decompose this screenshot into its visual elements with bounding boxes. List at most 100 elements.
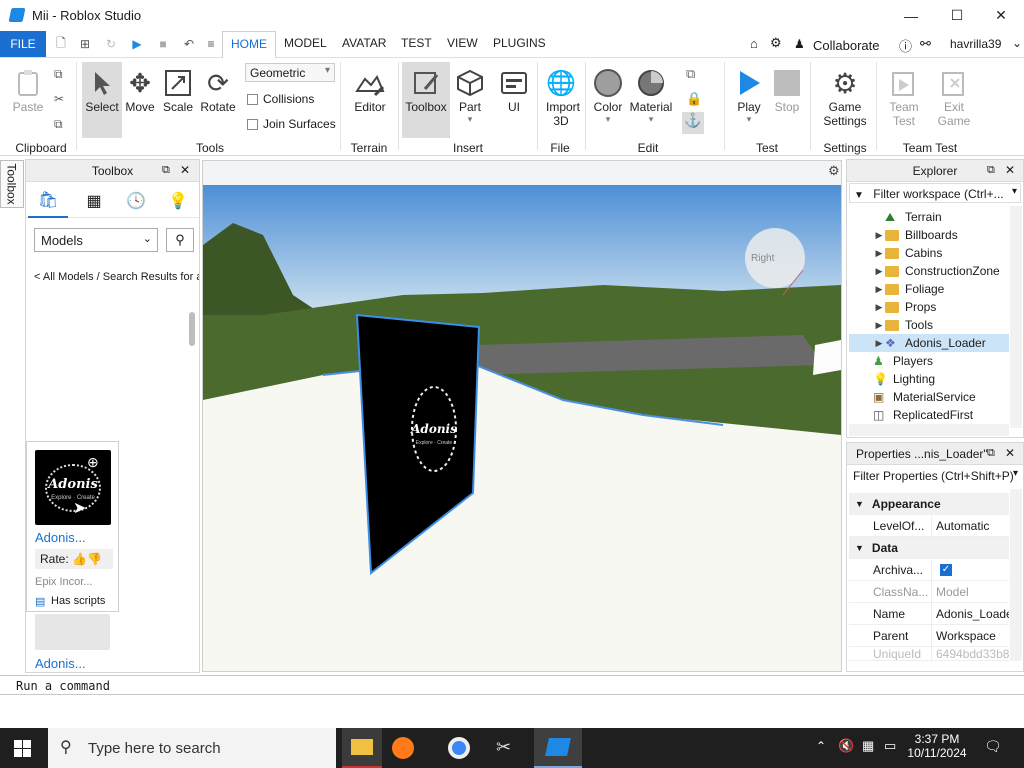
properties-vscrollbar[interactable] <box>1010 489 1022 661</box>
section-appearance[interactable]: ▼ Appearance <box>849 493 1009 515</box>
undock-icon[interactable]: ⧉ <box>987 164 995 177</box>
toolbox-button[interactable]: Toolbox <box>402 62 450 138</box>
tab-plugins[interactable]: PLUGINS <box>493 36 546 50</box>
battery-icon[interactable]: ▭ <box>884 738 896 754</box>
clock[interactable]: 3:37 PM 10/11/2024 <box>904 732 970 760</box>
exit-game-button[interactable]: Exit Game <box>932 58 976 128</box>
windows-start-icon[interactable] <box>14 740 31 757</box>
expand-arrow-icon[interactable]: ▶ <box>873 338 885 349</box>
close-icon[interactable]: ✕ <box>1005 163 1015 177</box>
tree-item-lighting[interactable]: 💡 Lighting <box>849 370 1009 388</box>
anchor-icon[interactable]: ⚓ <box>682 112 704 134</box>
lock-icon[interactable]: 🔒 <box>686 91 702 107</box>
tree-item-billboards[interactable]: ▶ Billboards <box>849 226 1009 244</box>
new-file-icon[interactable]: 🗋 <box>52 35 70 53</box>
network-icon[interactable]: ▦ <box>862 738 874 754</box>
breadcrumb[interactable]: < All Models / Search Results for a <box>34 271 199 283</box>
help-icon[interactable]: ⓘ <box>899 36 912 55</box>
section-data[interactable]: ▼ Data <box>849 537 1009 559</box>
publish-icon[interactable]: ⊞ <box>76 35 94 53</box>
properties-filter-input[interactable]: Filter Properties (Ctrl+Shift+P) ▾ <box>849 466 1021 486</box>
duplicate-icon[interactable]: ⧉ <box>54 117 63 132</box>
close-icon[interactable]: ✕ <box>1005 446 1015 460</box>
volume-muted-icon[interactable]: 🔇 <box>838 738 854 754</box>
rotate-tool-button[interactable]: ⟳ Rotate <box>198 58 238 115</box>
quick-access-dropdown-icon[interactable]: ≡ <box>202 35 220 53</box>
undo-icon[interactable]: ↶ <box>180 35 198 53</box>
user-dropdown-icon[interactable]: ⌄ <box>1012 36 1022 50</box>
close-button[interactable]: ✕ <box>978 0 1024 31</box>
archivable-checkbox[interactable]: ✓ <box>940 563 952 576</box>
join-surfaces-checkbox[interactable] <box>247 119 258 130</box>
creations-tab-icon[interactable]: 💡 <box>158 184 198 218</box>
ui-button[interactable]: UI <box>494 58 534 114</box>
collaborate-button[interactable]: Collaborate <box>813 38 880 53</box>
tree-item-constructionzone[interactable]: ▶ ConstructionZone <box>849 262 1009 280</box>
tree-item-foliage[interactable]: ▶ Foliage <box>849 280 1009 298</box>
expand-arrow-icon[interactable]: ▶ <box>873 230 885 241</box>
user-name[interactable]: havrilla39 <box>950 37 1001 51</box>
tab-model[interactable]: MODEL <box>284 36 327 50</box>
model-thumbnail[interactable] <box>35 614 110 650</box>
tree-item-adonis_loader[interactable]: ▶ ❖ Adonis_Loader <box>849 334 1009 352</box>
notifications-icon[interactable]: 🗨 <box>984 738 1002 755</box>
file-explorer-taskbar-icon[interactable] <box>342 728 382 768</box>
home-icon[interactable]: ⌂ <box>750 36 758 51</box>
expand-arrow-icon[interactable]: ▶ <box>873 284 885 295</box>
select-tool-button[interactable]: Select <box>82 62 122 138</box>
tree-item-materialservice[interactable]: ▣ MaterialService <box>849 388 1009 406</box>
chrome-taskbar-icon[interactable] <box>448 737 470 759</box>
cut-icon[interactable]: ✂ <box>54 92 64 106</box>
explorer-hscrollbar[interactable] <box>849 424 1009 436</box>
play-quick-icon[interactable]: ▶ <box>128 35 146 53</box>
paste-button[interactable]: Paste <box>6 58 50 114</box>
tree-item-tools[interactable]: ▶ Tools <box>849 316 1009 334</box>
undock-icon[interactable]: ⧉ <box>987 447 995 460</box>
tree-item-props[interactable]: ▶ Props <box>849 298 1009 316</box>
model-thumbnail[interactable]: Adonis Explore · Create ⊕ ➤ <box>35 450 111 525</box>
3d-viewport[interactable]: ⚙ Adonis Explore · Create Right <box>202 160 842 672</box>
material-button[interactable]: Material ▾ <box>628 58 674 125</box>
expand-arrow-icon[interactable]: ▶ <box>873 248 885 259</box>
terrain-editor-button[interactable]: Editor <box>348 58 392 114</box>
recent-tab-icon[interactable]: 🕓 <box>116 184 156 218</box>
tree-item-cabins[interactable]: ▶ Cabins <box>849 244 1009 262</box>
collisions-checkbox[interactable] <box>247 94 258 105</box>
share-icon[interactable]: ⚯ <box>920 36 931 52</box>
thumbs-up-icon[interactable]: 👍 <box>72 552 87 566</box>
command-bar-input[interactable]: Run a command <box>0 675 1024 695</box>
explorer-filter-input[interactable]: ▼ Filter workspace (Ctrl+... ▾ <box>849 183 1021 203</box>
move-tool-button[interactable]: ✥ Move <box>122 58 158 115</box>
part-button[interactable]: Part ▾ <box>452 58 488 125</box>
scrollbar-thumb[interactable] <box>189 312 195 346</box>
search-icon[interactable]: ⚲ <box>166 228 194 252</box>
snipping-tool-taskbar-icon[interactable]: ✂ <box>496 737 511 758</box>
expand-arrow-icon[interactable]: ▶ <box>873 320 885 331</box>
tree-item-terrain[interactable]: ⛰ Terrain <box>849 208 1009 226</box>
import-3d-button[interactable]: 🌐 Import 3D <box>540 58 582 129</box>
tree-item-players[interactable]: ♟ Players <box>849 352 1009 370</box>
group-icon[interactable]: ⧉ <box>686 66 695 82</box>
marketplace-tab-icon[interactable]: 🛍 <box>28 184 68 218</box>
stop-quick-icon[interactable]: ■ <box>154 35 172 53</box>
transform-mode-dropdown[interactable]: Geometric ▾ <box>245 63 335 82</box>
maximize-button[interactable]: ☐ <box>934 0 980 31</box>
tab-view[interactable]: VIEW <box>447 36 478 50</box>
tab-avatar[interactable]: AVATAR <box>342 36 386 50</box>
viewport-settings-icon[interactable]: ⚙ <box>828 163 840 179</box>
expand-arrow-icon[interactable]: ▶ <box>873 266 885 277</box>
tree-item-replicatedfirst[interactable]: ◫ ReplicatedFirst <box>849 406 1009 424</box>
stop-button[interactable]: Stop <box>768 58 806 114</box>
tray-chevron-icon[interactable]: ⌃ <box>816 739 826 753</box>
firefox-taskbar-icon[interactable] <box>392 737 414 759</box>
model-card[interactable]: Adonis Explore · Create ⊕ ➤ Adonis... Ra… <box>26 441 119 612</box>
toolbox-side-tab[interactable]: Toolbox <box>0 160 24 208</box>
model-creator[interactable]: Epix Incor... <box>35 576 92 588</box>
expand-arrow-icon[interactable]: ▶ <box>873 302 885 313</box>
tab-test[interactable]: TEST <box>401 36 432 50</box>
team-test-button[interactable]: Team Test <box>882 58 926 128</box>
thumbs-down-icon[interactable]: 👎 <box>87 552 102 566</box>
undock-icon[interactable]: ⧉ <box>162 164 170 177</box>
scale-tool-button[interactable]: Scale <box>160 58 196 114</box>
notification-icon[interactable]: ⚙ <box>770 35 782 51</box>
